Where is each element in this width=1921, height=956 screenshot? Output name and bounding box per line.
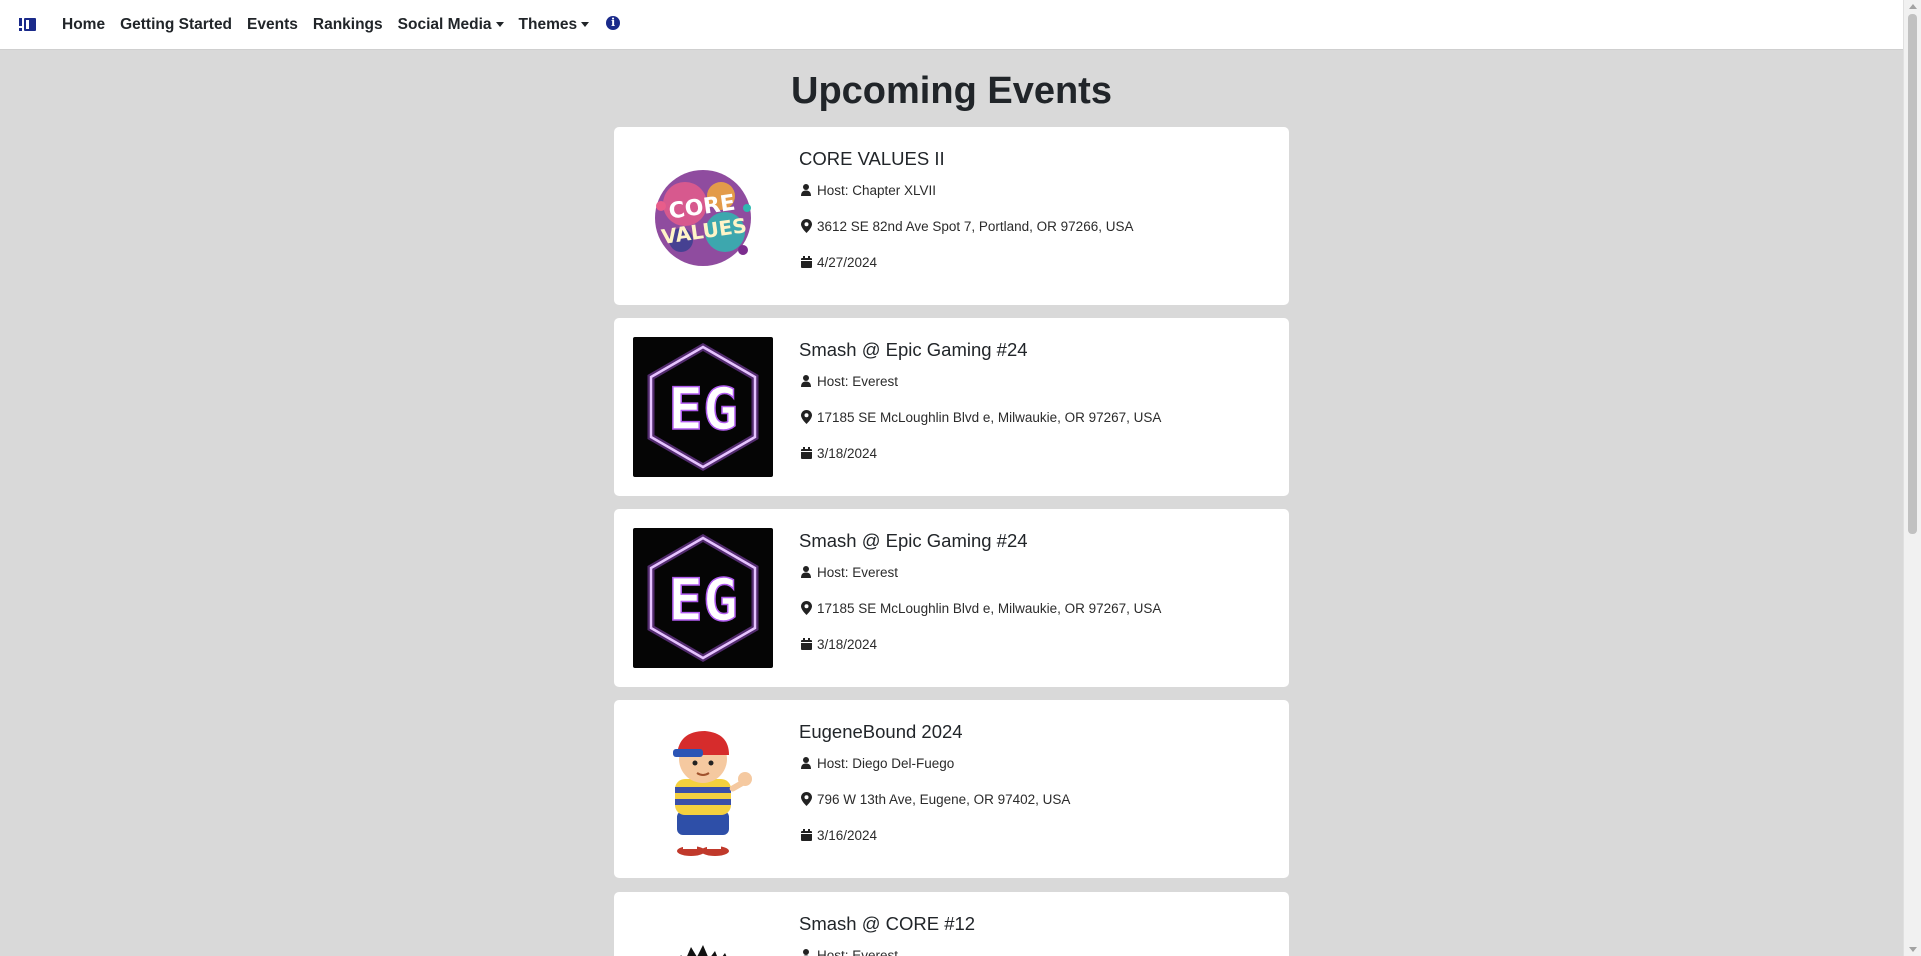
user-icon <box>799 756 813 770</box>
info-circle-icon[interactable]: i <box>606 16 621 30</box>
calendar-icon <box>799 255 813 269</box>
nav-social-media-label: Social Media <box>397 15 492 33</box>
calendar-icon <box>799 828 813 842</box>
event-card[interactable]: EugeneBound 2024 Host: Diego Del-Fuego 7… <box>614 700 1289 878</box>
logo-icon <box>19 17 36 31</box>
event-date: 4/27/2024 <box>817 254 878 270</box>
event-image-core-flame <box>633 911 773 956</box>
event-address: 796 W 13th Ave, Eugene, OR 97402, USA <box>817 791 1071 807</box>
event-host: Host: Diego Del-Fuego <box>817 755 955 771</box>
nav-events[interactable]: Events <box>247 16 298 34</box>
nav-social-media-dropdown[interactable]: Social Media <box>398 16 504 34</box>
svg-text:EG: EG <box>668 566 738 634</box>
scroll-down-arrow-icon[interactable] <box>1909 947 1917 952</box>
event-image-ness <box>633 719 773 859</box>
user-icon <box>799 565 813 579</box>
scroll-up-arrow-icon[interactable] <box>1909 4 1917 9</box>
caret-down-icon <box>581 22 590 27</box>
event-card[interactable]: EG Smash @ Epic Gaming #24 Host: Everest… <box>614 509 1289 687</box>
event-card[interactable]: Smash @ CORE #12 Host: Everest <box>614 892 1289 956</box>
event-image-epic-gaming: EG <box>633 528 773 668</box>
event-address: 17185 SE McLoughlin Blvd e, Milwaukie, O… <box>817 600 1162 616</box>
event-date: 3/18/2024 <box>817 445 878 461</box>
event-date: 3/16/2024 <box>817 827 878 843</box>
calendar-icon <box>799 637 813 651</box>
map-pin-icon <box>799 219 813 233</box>
event-address: 3612 SE 82nd Ave Spot 7, Portland, OR 97… <box>817 218 1134 234</box>
page-title: Upcoming Events <box>791 70 1112 112</box>
event-title: Smash @ Epic Gaming #24 <box>799 339 1028 360</box>
nav-themes-label: Themes <box>518 15 578 33</box>
calendar-icon <box>799 446 813 460</box>
event-title: Smash @ CORE #12 <box>799 913 976 934</box>
event-card[interactable]: CORE VALUES CORE VALUES II Host: Chapter… <box>614 127 1289 305</box>
nav-getting-started[interactable]: Getting Started <box>120 16 232 34</box>
map-pin-icon <box>799 410 813 424</box>
event-image-epic-gaming: EG <box>633 337 773 477</box>
event-title: EugeneBound 2024 <box>799 721 963 742</box>
nav-themes-dropdown[interactable]: Themes <box>519 16 590 34</box>
event-host: Host: Everest <box>817 947 899 956</box>
event-date: 3/18/2024 <box>817 636 878 652</box>
nav-rankings[interactable]: Rankings <box>313 16 383 34</box>
brand-logo-button[interactable] <box>14 11 42 39</box>
nav-home[interactable]: Home <box>62 16 105 34</box>
event-image-core-values: CORE VALUES <box>633 146 773 286</box>
event-host: Host: Chapter XLVII <box>817 182 937 198</box>
svg-text:EG: EG <box>668 375 738 443</box>
vertical-scrollbar[interactable] <box>1903 0 1921 956</box>
event-title: CORE VALUES II <box>799 148 945 169</box>
event-host: Host: Everest <box>817 373 899 389</box>
user-icon <box>799 948 813 956</box>
event-host: Host: Everest <box>817 564 899 580</box>
scrollbar-thumb[interactable] <box>1908 14 1917 534</box>
event-title: Smash @ Epic Gaming #24 <box>799 530 1028 551</box>
map-pin-icon <box>799 792 813 806</box>
caret-down-icon <box>495 22 504 27</box>
event-address: 17185 SE McLoughlin Blvd e, Milwaukie, O… <box>817 409 1162 425</box>
event-card[interactable]: EG Smash @ Epic Gaming #24 Host: Everest… <box>614 318 1289 496</box>
user-icon <box>799 374 813 388</box>
map-pin-icon <box>799 601 813 615</box>
user-icon <box>799 183 813 197</box>
top-navbar: Home Getting Started Events Rankings Soc… <box>0 0 1903 50</box>
